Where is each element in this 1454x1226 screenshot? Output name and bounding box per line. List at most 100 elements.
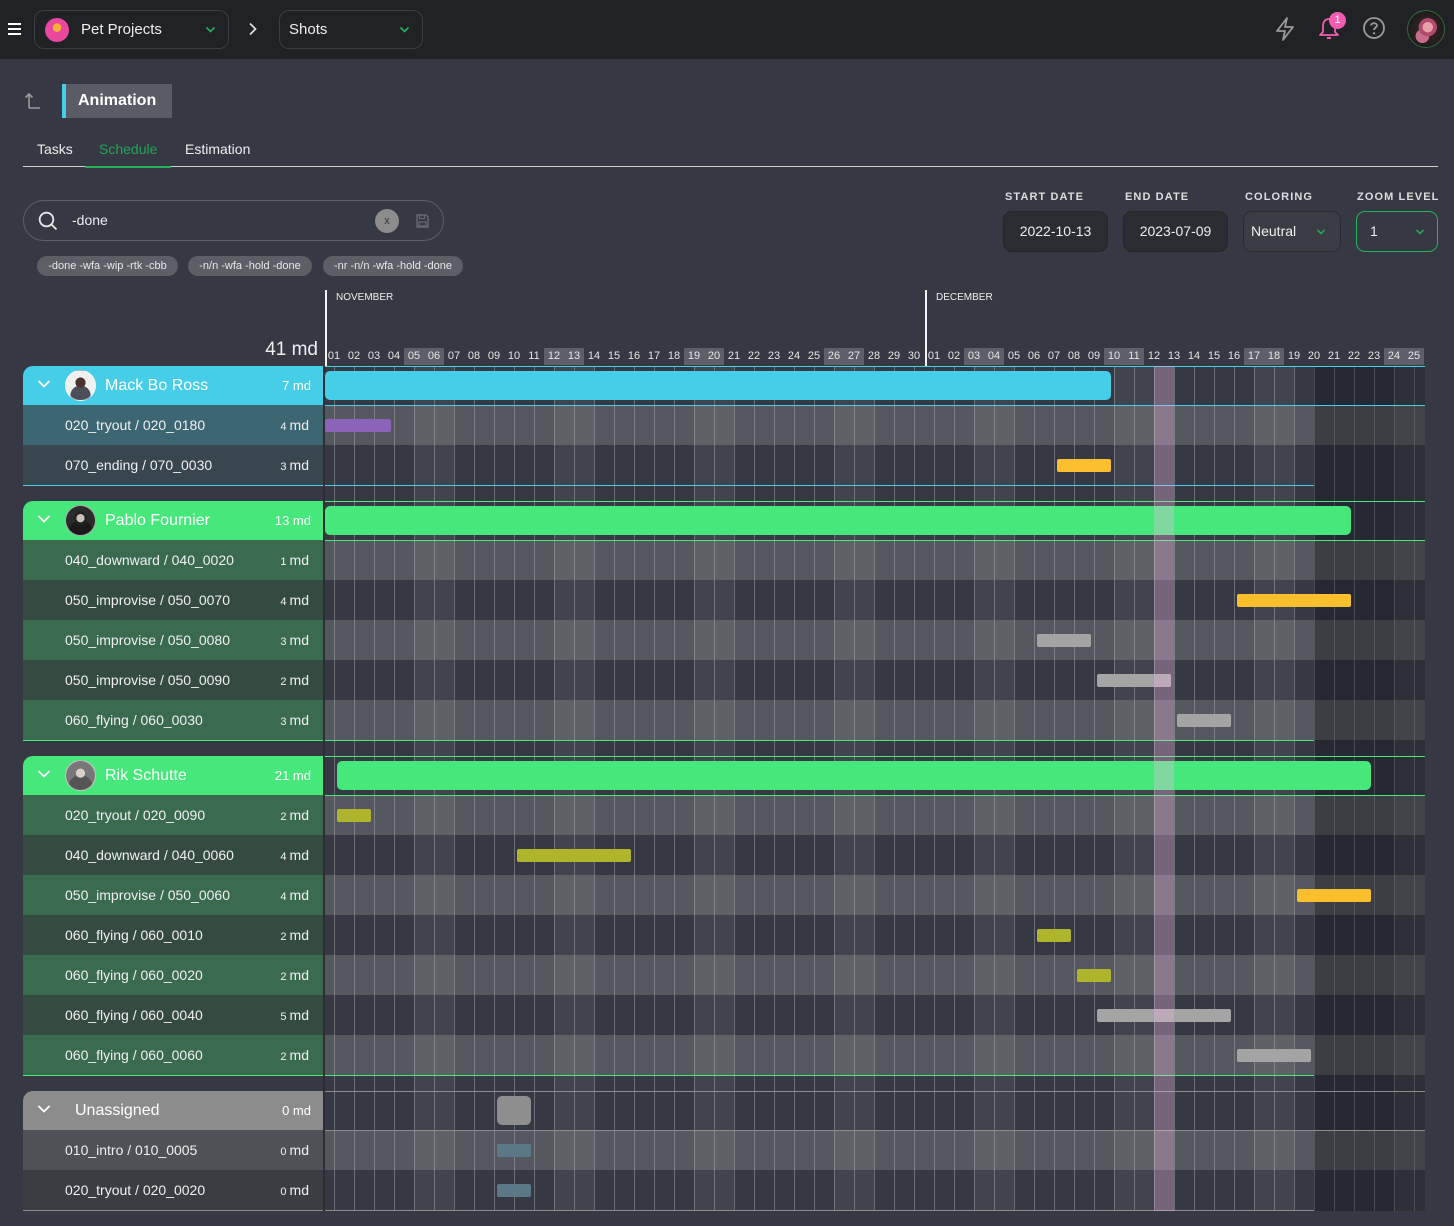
task-bar[interactable] xyxy=(1037,634,1091,647)
search-input[interactable]: -done xyxy=(72,201,108,240)
day-label: 11 xyxy=(528,350,540,362)
schedule-grid[interactable] xyxy=(325,366,1425,1211)
saved-filter-pill[interactable]: -done -wfa -wip -rtk -cbb xyxy=(37,256,178,276)
task-bar[interactable] xyxy=(1297,889,1371,902)
person-group: Pablo Fournier 13 md 040_downward / 040_00… xyxy=(23,501,323,741)
task-row[interactable]: 050_improvise / 050_0080 3 md xyxy=(23,620,323,660)
clear-search-button[interactable]: x xyxy=(375,209,399,233)
md-unit: md xyxy=(289,457,309,473)
task-name: 060_flying / 060_0010 xyxy=(65,927,203,943)
saved-filter-pill[interactable]: -n/n -wfa -hold -done xyxy=(188,256,312,276)
tab-tasks[interactable]: Tasks xyxy=(37,139,73,159)
task-name: 050_improvise / 050_0090 xyxy=(65,672,231,688)
task-bar[interactable] xyxy=(1237,594,1351,607)
day-label: 17 xyxy=(1244,348,1264,365)
section-selector[interactable]: Shots xyxy=(279,10,423,49)
zoom-level-select[interactable]: 1 xyxy=(1356,211,1438,252)
day-label: 05 xyxy=(404,348,424,365)
group-schedule-bar[interactable] xyxy=(497,1096,531,1125)
task-bar[interactable] xyxy=(325,419,391,432)
task-row[interactable]: 010_intro / 010_0005 0 md xyxy=(23,1130,323,1170)
save-search-icon[interactable] xyxy=(416,214,429,228)
chevron-down-icon xyxy=(205,24,216,35)
group-schedule-bar[interactable] xyxy=(337,761,1371,790)
task-bar[interactable] xyxy=(1237,1049,1311,1062)
saved-filter-pill[interactable]: -nr -n/n -wfa -hold -done xyxy=(323,256,463,276)
day-label: 21 xyxy=(1327,350,1341,362)
project-selector[interactable]: Pet Projects xyxy=(34,10,229,49)
task-row[interactable]: 070_ending / 070_0030 3 md xyxy=(23,445,323,485)
task-bar[interactable] xyxy=(517,849,631,862)
day-label: 06 xyxy=(1027,350,1041,362)
hamburger-icon[interactable] xyxy=(8,23,21,35)
task-name: 040_downward / 040_0060 xyxy=(65,847,234,863)
task-row[interactable]: 050_improvise / 050_0090 2 md xyxy=(23,660,323,700)
chevron-down-icon[interactable] xyxy=(37,1104,51,1114)
group-row-line xyxy=(325,756,1425,757)
task-bar[interactable] xyxy=(337,809,371,822)
task-name: 010_intro / 010_0005 xyxy=(65,1142,198,1158)
task-bar[interactable] xyxy=(1057,459,1111,472)
day-label: 09 xyxy=(487,350,501,362)
day-label: 18 xyxy=(1264,348,1284,365)
group-header[interactable]: Unassigned 0 md xyxy=(23,1091,323,1130)
md-unit: md xyxy=(289,672,309,688)
group-header[interactable]: Rik Schutte 21 md xyxy=(23,756,323,795)
task-row[interactable]: 040_downward / 040_0060 4 md xyxy=(23,835,323,875)
back-arrow-icon[interactable] xyxy=(24,91,42,109)
coloring-select[interactable]: Neutral xyxy=(1243,211,1341,252)
md-value: 1 xyxy=(280,556,287,568)
tab-estimation[interactable]: Estimation xyxy=(185,139,250,159)
group-header[interactable]: Pablo Fournier 13 md xyxy=(23,501,323,540)
task-man-days: 5 md xyxy=(280,995,309,1037)
chevron-down-icon xyxy=(1316,227,1326,237)
task-row[interactable]: 020_tryout / 020_0180 4 md xyxy=(23,405,323,445)
task-row[interactable]: 060_flying / 060_0060 2 md xyxy=(23,1035,323,1075)
help-icon[interactable] xyxy=(1362,16,1386,40)
search-field[interactable]: -done x xyxy=(23,200,444,241)
group-schedule-bar[interactable] xyxy=(325,506,1351,535)
month-label: NOVEMBER xyxy=(336,292,394,303)
task-row[interactable]: 060_flying / 060_0020 2 md xyxy=(23,955,323,995)
task-row[interactable]: 060_flying / 060_0010 2 md xyxy=(23,915,323,955)
md-value: 5 xyxy=(280,1011,287,1023)
task-man-days: 2 md xyxy=(280,1035,309,1077)
task-row[interactable]: 060_flying / 060_0030 3 md xyxy=(23,700,323,740)
avatar xyxy=(65,505,96,536)
day-label: 13 xyxy=(1167,350,1181,362)
day-label: 21 xyxy=(727,350,741,362)
task-bar[interactable] xyxy=(1077,969,1111,982)
task-bar[interactable] xyxy=(497,1184,531,1197)
top-bar: Pet Projects Shots 1 xyxy=(0,0,1454,59)
start-date-input[interactable]: 2022-10-13 xyxy=(1003,211,1108,252)
day-label: 19 xyxy=(1287,350,1301,362)
chevron-down-icon[interactable] xyxy=(37,514,51,524)
day-label: 22 xyxy=(747,350,761,362)
chevron-down-icon[interactable] xyxy=(37,379,51,389)
day-label: 15 xyxy=(1207,350,1221,362)
task-bar[interactable] xyxy=(1037,929,1071,942)
day-label: 12 xyxy=(544,348,564,365)
task-man-days: 3 md xyxy=(280,620,309,662)
day-label: 09 xyxy=(1087,350,1101,362)
task-row[interactable]: 050_improvise / 050_0070 4 md xyxy=(23,580,323,620)
chevron-down-icon[interactable] xyxy=(37,769,51,779)
task-row[interactable]: 060_flying / 060_0040 5 md xyxy=(23,995,323,1035)
group-header[interactable]: Mack Bo Ross 7 md xyxy=(23,366,323,405)
task-row[interactable]: 040_downward / 040_0020 1 md xyxy=(23,540,323,580)
task-row[interactable]: 020_tryout / 020_0090 2 md xyxy=(23,795,323,835)
md-unit: md xyxy=(289,847,309,863)
lightning-icon[interactable] xyxy=(1273,16,1297,42)
task-bar[interactable] xyxy=(1177,714,1231,727)
end-date-input[interactable]: 2023-07-09 xyxy=(1123,211,1228,252)
task-bar[interactable] xyxy=(497,1144,531,1157)
tab-schedule[interactable]: Schedule xyxy=(99,139,157,159)
task-row[interactable]: 050_improvise / 050_0060 4 md xyxy=(23,875,323,915)
group-schedule-bar[interactable] xyxy=(325,371,1111,400)
task-row[interactable]: 020_tryout / 020_0020 0 md xyxy=(23,1170,323,1210)
group-row-line xyxy=(325,540,1425,541)
group-row-line xyxy=(325,501,1425,502)
user-avatar[interactable] xyxy=(1407,10,1445,48)
task-name: 050_improvise / 050_0070 xyxy=(65,592,231,608)
group-row-line xyxy=(325,1130,1425,1131)
